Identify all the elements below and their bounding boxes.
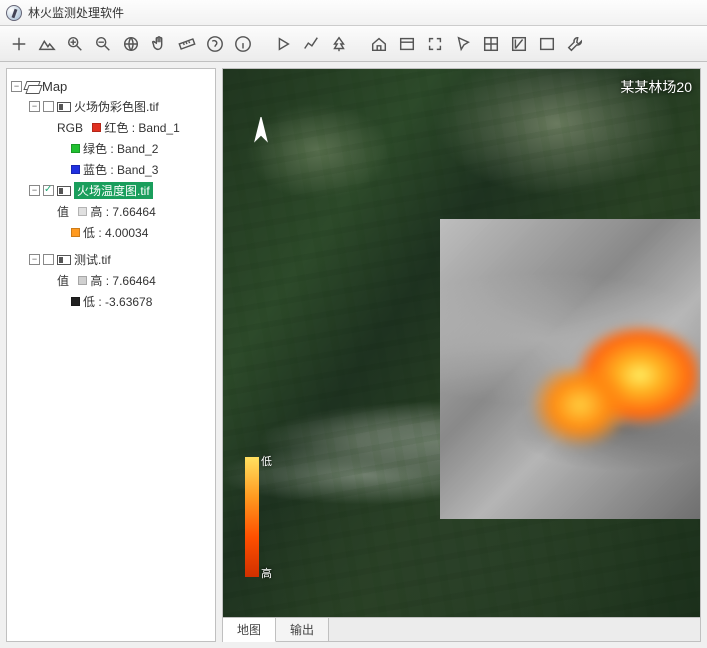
collapse-icon[interactable]: − — [11, 81, 22, 92]
tree-root[interactable]: − Map — [11, 77, 211, 96]
layer-row[interactable]: − 火场温度图.tif — [11, 180, 211, 201]
layer-name: 火场温度图.tif — [74, 182, 153, 199]
stat-label: 低 : 4.00034 — [83, 224, 148, 241]
chart-icon[interactable] — [298, 31, 324, 57]
color-swatch — [71, 297, 80, 306]
band-row: 蓝色 : Band_3 — [11, 159, 211, 180]
tools-icon[interactable] — [562, 31, 588, 57]
band-label: 绿色 : Band_2 — [83, 140, 158, 157]
title-bar: 林火监测处理软件 — [0, 0, 707, 26]
tab-output[interactable]: 输出 — [276, 618, 329, 641]
layer-panel: − Map − 火场伪彩色图.tif RGB 红色 : Band_1 绿色 : … — [6, 68, 216, 642]
value-row: 低 : -3.63678 — [11, 291, 211, 312]
map-title: 某某林场20 — [620, 77, 692, 97]
main-area: − Map − 火场伪彩色图.tif RGB 红色 : Band_1 绿色 : … — [0, 62, 707, 648]
fire-heatmap — [550, 319, 700, 459]
stat-label: 低 : -3.63678 — [83, 293, 152, 310]
value-row: 值 高 : 7.66464 — [11, 270, 211, 291]
value-label: 值 — [57, 203, 69, 220]
window-icon[interactable] — [534, 31, 560, 57]
tree-icon[interactable] — [326, 31, 352, 57]
color-swatch — [92, 123, 101, 132]
layer-checkbox[interactable] — [43, 254, 54, 265]
color-swatch — [71, 228, 80, 237]
mountain-icon[interactable] — [34, 31, 60, 57]
legend-high-label: 高 — [261, 565, 272, 581]
viewer-tabs: 地图 输出 — [222, 618, 701, 642]
color-swatch — [71, 144, 80, 153]
info-icon[interactable] — [230, 31, 256, 57]
app-title: 林火监测处理软件 — [28, 4, 124, 21]
pointer-icon[interactable] — [450, 31, 476, 57]
map-viewer: 某某林场20 低 高 地图 输出 — [222, 68, 701, 642]
layer-row[interactable]: − 测试.tif — [11, 249, 211, 270]
band-row: 绿色 : Band_2 — [11, 138, 211, 159]
add-icon[interactable] — [6, 31, 32, 57]
zoom-out-icon[interactable] — [90, 31, 116, 57]
collapse-icon[interactable]: − — [29, 101, 40, 112]
zoom-in-icon[interactable] — [62, 31, 88, 57]
fullscreen-icon[interactable] — [422, 31, 448, 57]
map-canvas[interactable]: 某某林场20 低 高 — [222, 68, 701, 618]
north-tool-icon[interactable] — [506, 31, 532, 57]
layer-checkbox[interactable] — [43, 185, 54, 196]
pan-icon[interactable] — [146, 31, 172, 57]
raster-icon — [57, 255, 71, 265]
tab-map[interactable]: 地图 — [223, 618, 276, 642]
layer-row[interactable]: − 火场伪彩色图.tif — [11, 96, 211, 117]
value-label: 值 — [57, 272, 69, 289]
extent-icon[interactable] — [394, 31, 420, 57]
help-icon[interactable] — [202, 31, 228, 57]
color-swatch — [78, 276, 87, 285]
raster-icon — [57, 102, 71, 112]
ruler-icon[interactable] — [174, 31, 200, 57]
app-icon — [6, 5, 22, 21]
home-icon[interactable] — [366, 31, 392, 57]
layer-name: 火场伪彩色图.tif — [74, 98, 159, 115]
legend-gradient — [245, 457, 259, 577]
layer-checkbox[interactable] — [43, 101, 54, 112]
layer-tree: − Map − 火场伪彩色图.tif RGB 红色 : Band_1 绿色 : … — [7, 69, 215, 320]
north-arrow-icon — [251, 117, 271, 156]
raster-icon — [57, 186, 71, 196]
stat-label: 高 : 7.66464 — [90, 272, 155, 289]
collapse-icon[interactable]: − — [29, 254, 40, 265]
band-label: 红色 : Band_1 — [104, 119, 179, 136]
map-stack-icon — [25, 81, 39, 93]
value-row: 低 : 4.00034 — [11, 222, 211, 243]
rgb-row: RGB 红色 : Band_1 — [11, 117, 211, 138]
root-label: Map — [42, 79, 67, 94]
play-icon[interactable] — [270, 31, 296, 57]
color-swatch — [78, 207, 87, 216]
color-swatch — [71, 165, 80, 174]
rgb-label: RGB — [57, 121, 83, 135]
band-label: 蓝色 : Band_3 — [83, 161, 158, 178]
main-toolbar — [0, 26, 707, 62]
stat-label: 高 : 7.66464 — [90, 203, 155, 220]
collapse-icon[interactable]: − — [29, 185, 40, 196]
grid-icon[interactable] — [478, 31, 504, 57]
value-row: 值 高 : 7.66464 — [11, 201, 211, 222]
globe-icon[interactable] — [118, 31, 144, 57]
layer-name: 测试.tif — [74, 251, 111, 268]
legend-low-label: 低 — [261, 453, 272, 469]
